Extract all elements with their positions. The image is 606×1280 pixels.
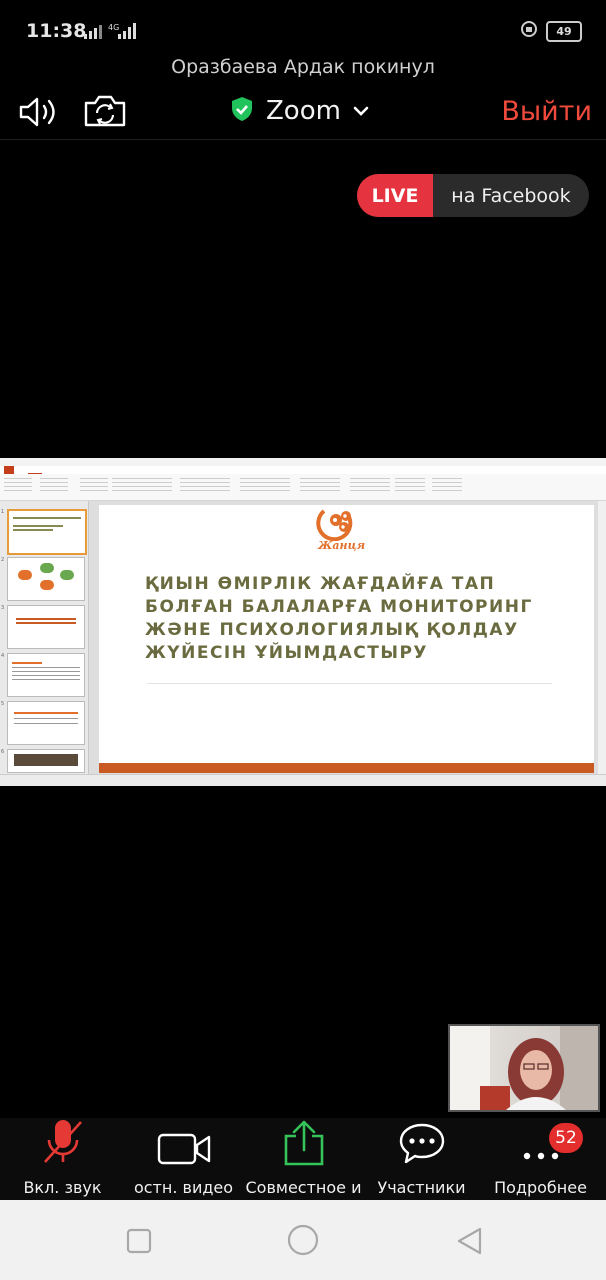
svg-text:4G: 4G [108,23,119,32]
notification-badge: 52 [549,1123,583,1153]
meeting-toolbar: Вкл. звук остн. видео Совместное и Участ… [0,1118,606,1200]
ppt-status-bar [0,774,606,786]
logo-text: Жанця [318,539,366,552]
nav-circle-icon[interactable] [287,1224,319,1260]
nav-back-icon[interactable] [455,1226,483,1260]
slide-number: 3 [1,605,5,611]
slide-footer-band [99,763,594,773]
live-destination: на Facebook [451,184,571,207]
status-time: 11:38 [26,20,87,42]
current-slide: Жанця ҚИЫН ӨМІРЛІК ЖАҒДАЙҒА ТАП БОЛҒАН Б… [99,505,594,773]
slide-thumbnail[interactable] [7,701,85,745]
participant-video-image [450,1026,598,1110]
android-navigation-bar [0,1200,606,1280]
slide-thumbnail[interactable] [7,557,85,601]
ppt-title-bar [0,458,606,466]
ppt-ribbon-tabs [0,466,606,474]
unmute-label: Вкл. звук [23,1178,102,1197]
meeting-title-menu[interactable]: Zoom [230,96,369,126]
live-stream-indicator[interactable]: LIVE на Facebook [357,174,589,217]
slide-title: ҚИЫН ӨМІРЛІК ЖАҒДАЙҒА ТАП БОЛҒАН БАЛАЛАР… [145,574,533,663]
slide-number: 6 [1,749,5,755]
slide-thumbnail[interactable] [7,749,85,773]
nav-square-icon[interactable] [126,1228,152,1258]
ppt-ribbon [0,474,606,501]
self-video-thumbnail[interactable] [448,1024,600,1112]
chevron-down-icon [353,102,369,121]
battery-indicator: 49 [546,20,582,42]
chat-bubble-icon [398,1122,446,1170]
slide-editor-area[interactable]: Жанця ҚИЫН ӨМІРЛІК ЖАҒДАЙҒА ТАП БОЛҒАН Б… [89,501,606,774]
microphone-muted-icon [39,1116,87,1170]
alarm-icon [520,20,538,42]
video-camera-icon [157,1132,211,1170]
status-right: 49 [520,20,582,42]
vertical-scrollbar[interactable] [598,501,606,774]
slide-number: 5 [1,701,5,707]
signal-icon: 4G [84,22,138,44]
slide-divider [147,683,552,684]
slide-number: 4 [1,653,5,659]
header-divider [0,139,606,140]
share-button[interactable]: Совместное и [243,1118,364,1200]
app-title: Zoom [266,96,341,126]
share-arrow-icon [282,1118,326,1170]
slide-number: 2 [1,557,5,563]
slide-thumbnails-pane[interactable]: 1 2 3 4 5 6 [0,501,89,774]
start-video-button[interactable]: остн. видео [123,1118,244,1200]
slide-number: 1 [1,509,5,515]
more-label: Подробнее [494,1178,587,1197]
slide-thumbnail[interactable] [7,509,87,555]
shield-check-icon [230,96,254,126]
live-badge: LIVE [357,174,433,217]
speaker-icon[interactable] [18,96,60,132]
participants-button[interactable]: Участники [361,1118,482,1200]
share-label: Совместное и [245,1178,362,1197]
participants-label: Участники [377,1178,466,1197]
leave-button[interactable]: Выйти [501,96,592,127]
participant-left-notice: Оразбаева Ардак покинул [171,56,435,78]
video-label: остн. видео [133,1178,234,1197]
slide-thumbnail[interactable] [7,605,85,649]
unmute-button[interactable]: Вкл. звук [2,1118,123,1200]
more-button[interactable]: Подробнее [480,1118,601,1200]
camera-switch-icon[interactable] [82,94,128,132]
shared-screen[interactable]: 1 2 3 4 5 6 Жанця ҚИЫН ӨМІРЛІК ЖАҒДАЙҒА … [0,458,606,786]
slide-thumbnail[interactable] [7,653,85,697]
